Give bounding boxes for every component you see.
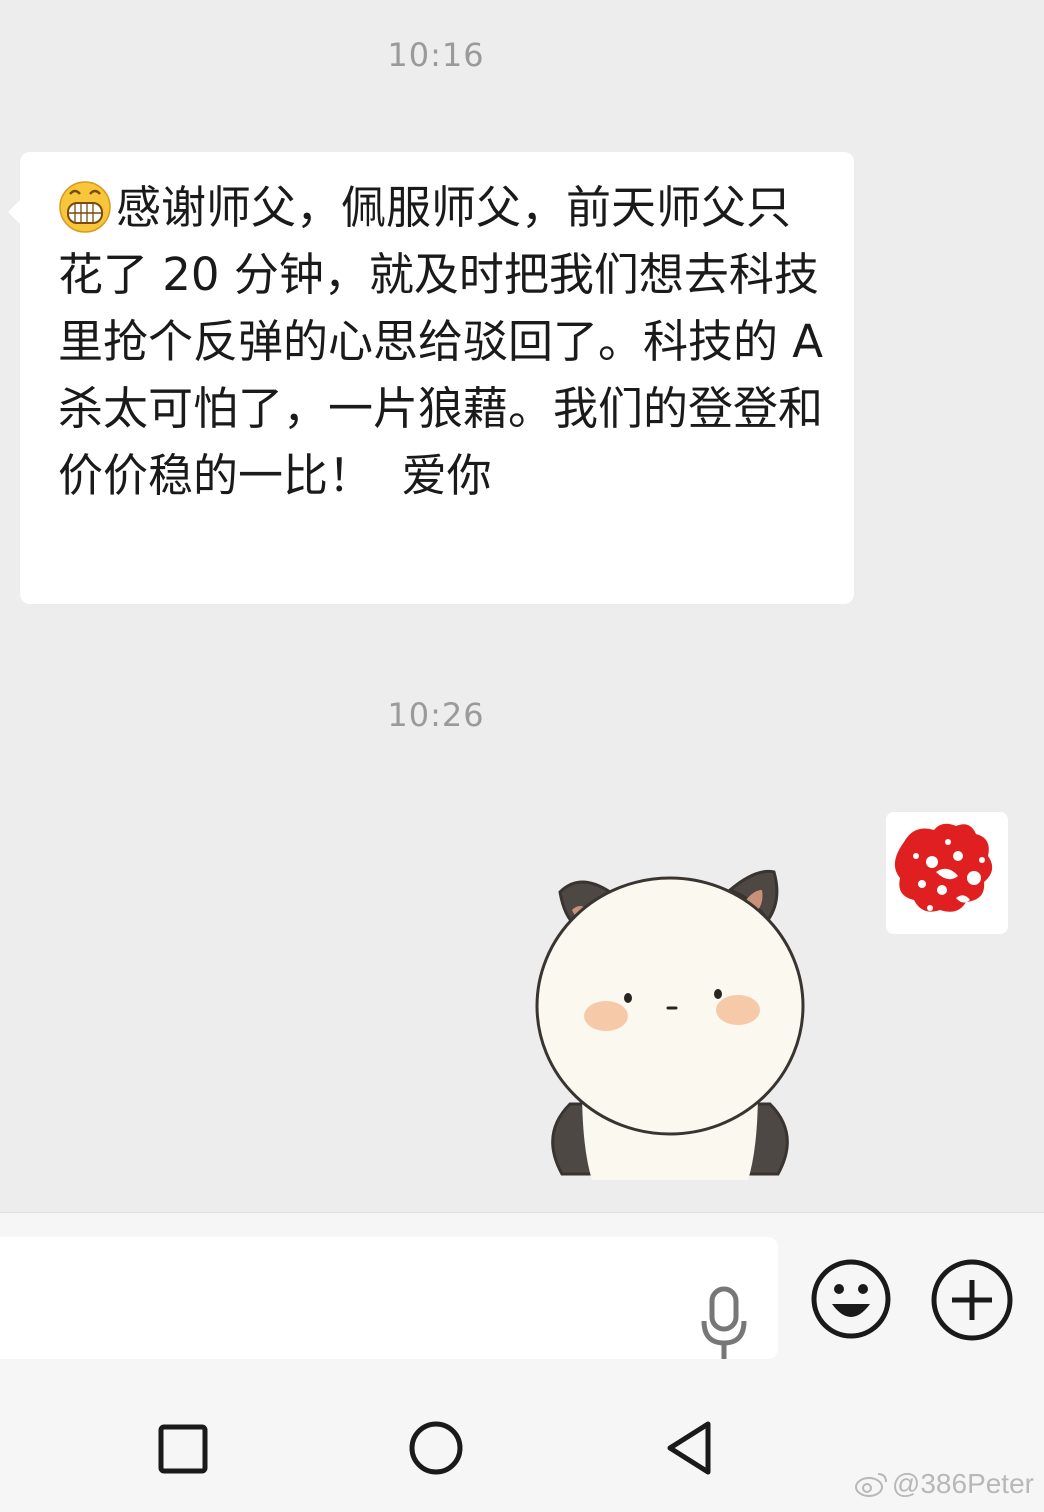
watermark-text: @386Peter xyxy=(891,1468,1034,1499)
panda-sticker[interactable] xyxy=(530,868,810,1180)
watermark: @386Peter xyxy=(854,1468,1034,1500)
message-text: 感谢师父，佩服师父，前天师父只花了 20 分钟，就及时把我们想去科技里抢个反弹的… xyxy=(58,174,824,509)
message-body: 感谢师父，佩服师父，前天师父只花了 20 分钟，就及时把我们想去科技里抢个反弹的… xyxy=(58,181,838,502)
panda-icon xyxy=(535,869,805,1180)
message-bubble[interactable]: 感谢师父，佩服师父，前天师父只花了 20 分钟，就及时把我们想去科技里抢个反弹的… xyxy=(8,152,854,604)
system-navbar: @386Peter xyxy=(0,1372,1044,1512)
square-recent-icon[interactable] xyxy=(158,1424,208,1474)
plus-circle-icon[interactable] xyxy=(930,1258,1014,1342)
grinning-face-icon xyxy=(59,181,111,233)
timestamp: 10:16 xyxy=(387,36,485,74)
timestamp: 10:26 xyxy=(387,696,485,734)
circle-home-icon[interactable] xyxy=(408,1420,464,1476)
triangle-back-icon[interactable] xyxy=(664,1420,714,1476)
sender-avatar[interactable] xyxy=(886,812,1008,934)
red-papercut-icon xyxy=(886,812,1008,934)
smiley-icon[interactable] xyxy=(810,1258,892,1340)
chat-area: 10:16 感谢师父，佩服师父，前天师父只花了 20 分钟，就及时把我们想去科技… xyxy=(0,0,1044,1212)
message-input[interactable] xyxy=(0,1237,778,1359)
microphone-icon[interactable] xyxy=(700,1285,748,1365)
weibo-logo-icon xyxy=(854,1473,887,1497)
bubble-tail xyxy=(8,198,22,226)
